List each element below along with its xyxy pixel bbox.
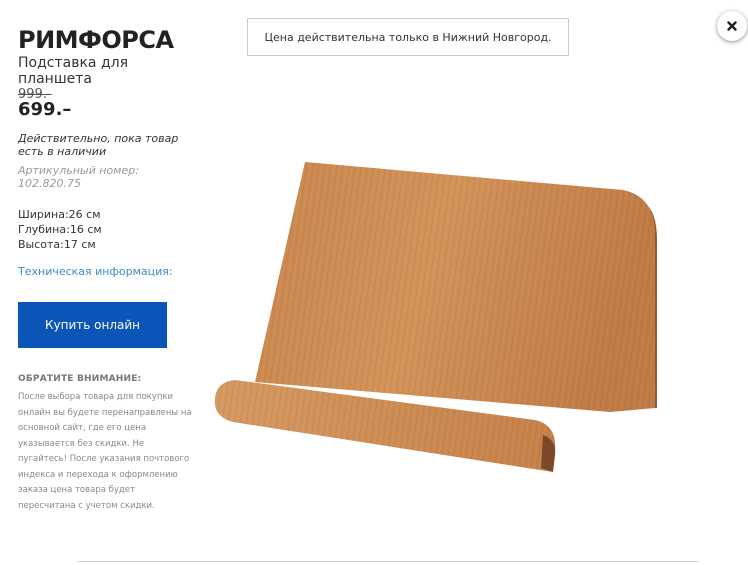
close-button[interactable] xyxy=(717,11,747,41)
bottom-divider xyxy=(78,561,698,562)
current-price: 699.– xyxy=(18,99,72,120)
dimensions-list: Ширина:26 см Глубина:16 см Высота:17 см xyxy=(18,207,102,252)
product-image xyxy=(214,162,657,472)
city-price-notice-text: Цена действительна только в Нижний Новго… xyxy=(264,30,552,44)
product-popup: РИМФОРСА Подставка для планшета 999.- 69… xyxy=(0,0,748,565)
dimension-height: Высота:17 см xyxy=(18,238,96,251)
dimension-depth: Глубина:16 см xyxy=(18,223,102,236)
article-number: Артикульный номер: 102.820.75 xyxy=(18,164,139,190)
product-description: Подставка для планшета xyxy=(18,55,128,87)
product-title: РИМФОРСА xyxy=(18,26,174,54)
close-icon xyxy=(727,21,737,31)
notice-heading: ОБРАТИТЕ ВНИМАНИЕ: xyxy=(18,374,142,384)
dimension-width: Ширина:26 см xyxy=(18,208,101,221)
tech-info-link[interactable]: Техническая информация: xyxy=(18,265,173,278)
notice-text: После выбора товара для покупки онлайн в… xyxy=(18,392,192,511)
buy-online-button[interactable]: Купить онлайн xyxy=(18,302,167,348)
availability-note: Действительно, пока товар есть в наличии xyxy=(18,132,179,158)
city-price-notice: Цена действительна только в Нижний Новго… xyxy=(247,18,569,56)
